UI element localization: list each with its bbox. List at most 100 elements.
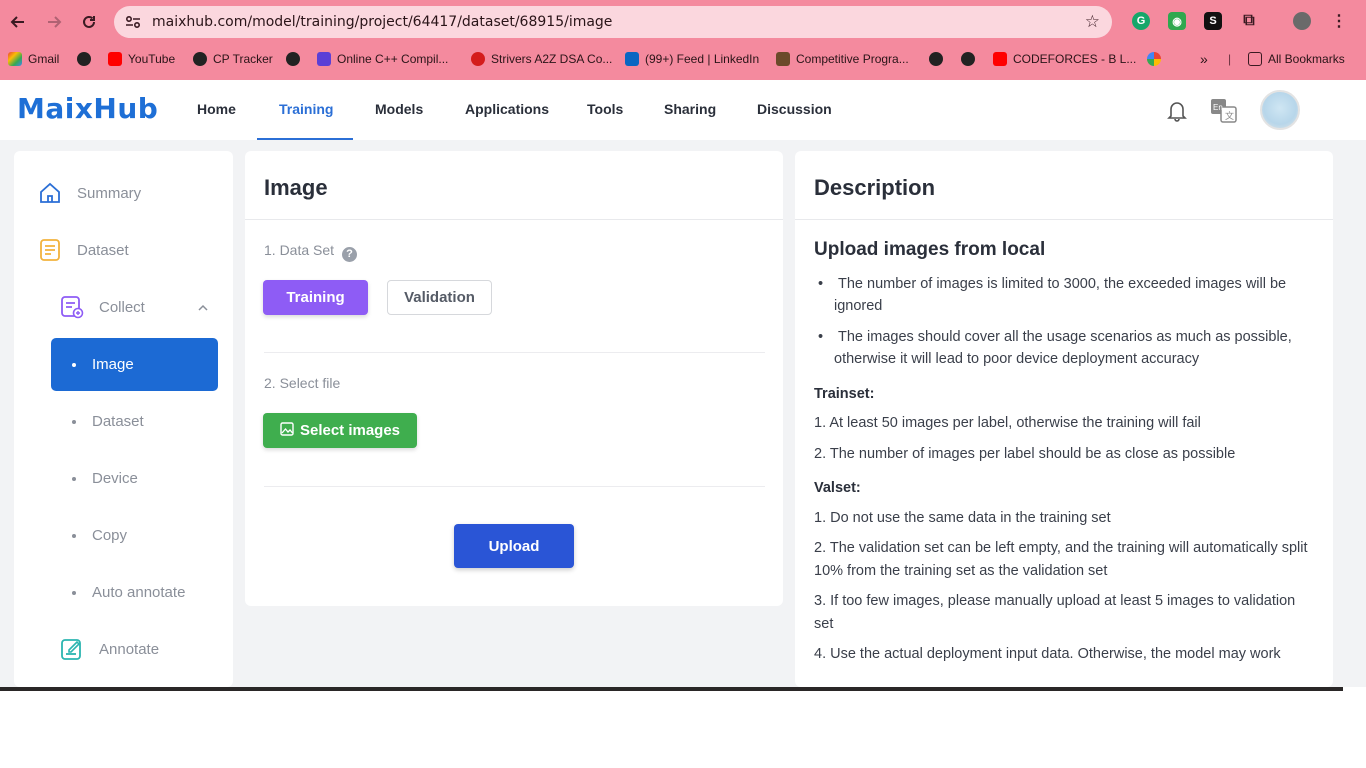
- trainset-label: Trainset:: [814, 385, 875, 402]
- divider: [795, 219, 1333, 220]
- bookmark-gmail[interactable]: Gmail: [8, 48, 59, 70]
- taskbar-strip: [0, 687, 1343, 691]
- sidebar-subitem-label: Dataset: [92, 413, 144, 430]
- upload-card: Image 1. Data Set? Training Validation 2…: [245, 151, 783, 606]
- bookmark-strivers[interactable]: Strivers A2Z DSA Co...: [471, 48, 612, 70]
- nav-discussion[interactable]: Discussion: [757, 101, 832, 117]
- site-settings-icon[interactable]: [124, 13, 142, 31]
- browser-chrome: maixhub.com/model/training/project/64417…: [0, 0, 1366, 80]
- profile-avatar-icon[interactable]: [1293, 12, 1311, 30]
- validation-button[interactable]: Validation: [387, 280, 492, 315]
- sidebar-item-summary[interactable]: Summary: [38, 179, 141, 207]
- grammarly-extension-icon[interactable]: G: [1132, 12, 1150, 30]
- description-body: Upload images from local The number of i…: [814, 239, 1314, 674]
- sidebar-subitem-copy[interactable]: Copy: [51, 509, 218, 562]
- bookmark-google[interactable]: [1147, 48, 1161, 70]
- bookmark-globe-2[interactable]: [286, 48, 300, 70]
- url-text[interactable]: maixhub.com/model/training/project/64417…: [152, 14, 612, 30]
- sidebar-subitem-label: Device: [92, 470, 138, 487]
- extensions-puzzle-icon[interactable]: ⧉: [1240, 12, 1258, 30]
- user-avatar[interactable]: [1260, 90, 1300, 130]
- trainset-rule: 1. At least 50 images per label, otherwi…: [814, 415, 1201, 431]
- sidebar-item-collect[interactable]: Collect: [60, 293, 220, 321]
- maixhub-logo[interactable]: MaixHub: [17, 92, 158, 125]
- description-card: Description Upload images from local The…: [795, 151, 1333, 687]
- browser-menu-icon[interactable]: ⋮: [1330, 12, 1348, 30]
- bookmark-online-cpp[interactable]: Online C++ Compil...: [317, 48, 448, 70]
- language-switch-icon[interactable]: En 文: [1210, 98, 1238, 124]
- app-header: MaixHub Home Training Models Application…: [0, 80, 1366, 140]
- divider: [245, 219, 783, 220]
- sidebar-item-dataset[interactable]: Dataset: [38, 236, 129, 264]
- sidebar-subitem-device[interactable]: Device: [51, 452, 218, 505]
- bookmark-youtube[interactable]: YouTube: [108, 48, 175, 70]
- nav-sharing[interactable]: Sharing: [664, 101, 716, 117]
- nav-tools[interactable]: Tools: [587, 101, 623, 117]
- bookmarks-overflow[interactable]: »: [1200, 48, 1208, 70]
- select-images-button[interactable]: Select images: [263, 413, 417, 448]
- sidebar-subitem-dataset[interactable]: Dataset: [51, 395, 218, 448]
- bookmark-competitive[interactable]: Competitive Progra...: [776, 48, 909, 70]
- svg-text:En: En: [1213, 103, 1223, 112]
- reload-icon[interactable]: [75, 8, 103, 36]
- sidebar-subitem-label: Copy: [92, 527, 128, 544]
- back-arrow-icon[interactable]: [4, 8, 32, 36]
- nav-home[interactable]: Home: [197, 101, 236, 117]
- description-bullets: The number of images is limited to 3000,…: [814, 273, 1314, 371]
- card-title: Image: [264, 175, 328, 200]
- sidebar-subitem-auto-annotate[interactable]: Auto annotate: [51, 566, 218, 619]
- description-bullet: The number of images is limited to 3000,…: [814, 273, 1314, 318]
- bookmark-linkedin[interactable]: (99+) Feed | LinkedIn: [625, 48, 759, 70]
- nav-models[interactable]: Models: [375, 101, 423, 117]
- step-data-set: 1. Data Set?: [264, 242, 358, 262]
- cc-icon: [776, 52, 790, 66]
- bookmark-globe-1[interactable]: [77, 48, 91, 70]
- bullet-dot: [72, 590, 76, 595]
- globe-icon: [193, 52, 207, 66]
- upload-button[interactable]: Upload: [454, 524, 574, 568]
- sidebar: Summary Dataset Collect Image Dataset De…: [14, 151, 233, 687]
- training-button[interactable]: Training: [263, 280, 368, 315]
- lightning-icon: [317, 52, 331, 66]
- sidebar-item-annotate[interactable]: Annotate: [60, 635, 159, 663]
- description-heading: Upload images from local: [814, 239, 1046, 260]
- valset-label: Valset:: [814, 480, 861, 496]
- youtube-icon: [993, 52, 1007, 66]
- home-icon: [38, 181, 62, 205]
- bookmark-globe-3[interactable]: [929, 48, 943, 70]
- sidebar-subitem-image[interactable]: Image: [51, 338, 218, 391]
- document-icon: [38, 238, 62, 262]
- nav-applications[interactable]: Applications: [465, 101, 549, 117]
- svg-text:文: 文: [1225, 110, 1234, 122]
- globe-icon: [77, 52, 91, 66]
- sidebar-subitem-label: Auto annotate: [92, 584, 186, 601]
- sidebar-subitem-label: Image: [92, 356, 134, 373]
- sidebar-item-label: Dataset: [77, 241, 129, 259]
- bookmark-codeforces[interactable]: CODEFORCES - B L...: [993, 48, 1136, 70]
- folder-icon: [1248, 52, 1262, 66]
- nav-training[interactable]: Training: [279, 101, 333, 117]
- chevron-up-icon[interactable]: [198, 299, 208, 316]
- s-extension-icon[interactable]: S: [1204, 12, 1222, 30]
- select-images-label: Select images: [299, 422, 401, 439]
- bookmarks-bar: Gmail YouTube CP Tracker Online C++ Comp…: [0, 48, 1366, 70]
- address-bar[interactable]: maixhub.com/model/training/project/64417…: [114, 6, 1112, 38]
- divider: [264, 352, 765, 353]
- description-title: Description: [814, 175, 936, 200]
- notification-bell-icon[interactable]: [1164, 98, 1190, 124]
- linkedin-icon: [625, 52, 639, 66]
- bookmark-cp-tracker[interactable]: CP Tracker: [193, 48, 273, 70]
- bookmark-globe-4[interactable]: [961, 48, 975, 70]
- forward-arrow-icon[interactable]: [40, 8, 68, 36]
- valset-rule: 1. Do not use the same data in the train…: [814, 509, 1111, 526]
- description-bullet: The images should cover all the usage sc…: [814, 326, 1314, 371]
- android-extension-icon[interactable]: ◉: [1168, 12, 1186, 30]
- bookmarks-separator: |: [1228, 52, 1232, 66]
- bookmark-star-icon[interactable]: ☆: [1085, 12, 1100, 32]
- help-question-icon[interactable]: ?: [342, 246, 358, 262]
- globe-icon: [961, 52, 975, 66]
- all-bookmarks[interactable]: All Bookmarks: [1248, 48, 1345, 70]
- trainset-rule: 2. The number of images per label should…: [814, 445, 1236, 462]
- step-select-file: 2. Select file: [264, 375, 341, 391]
- bullet-dot: [72, 362, 76, 367]
